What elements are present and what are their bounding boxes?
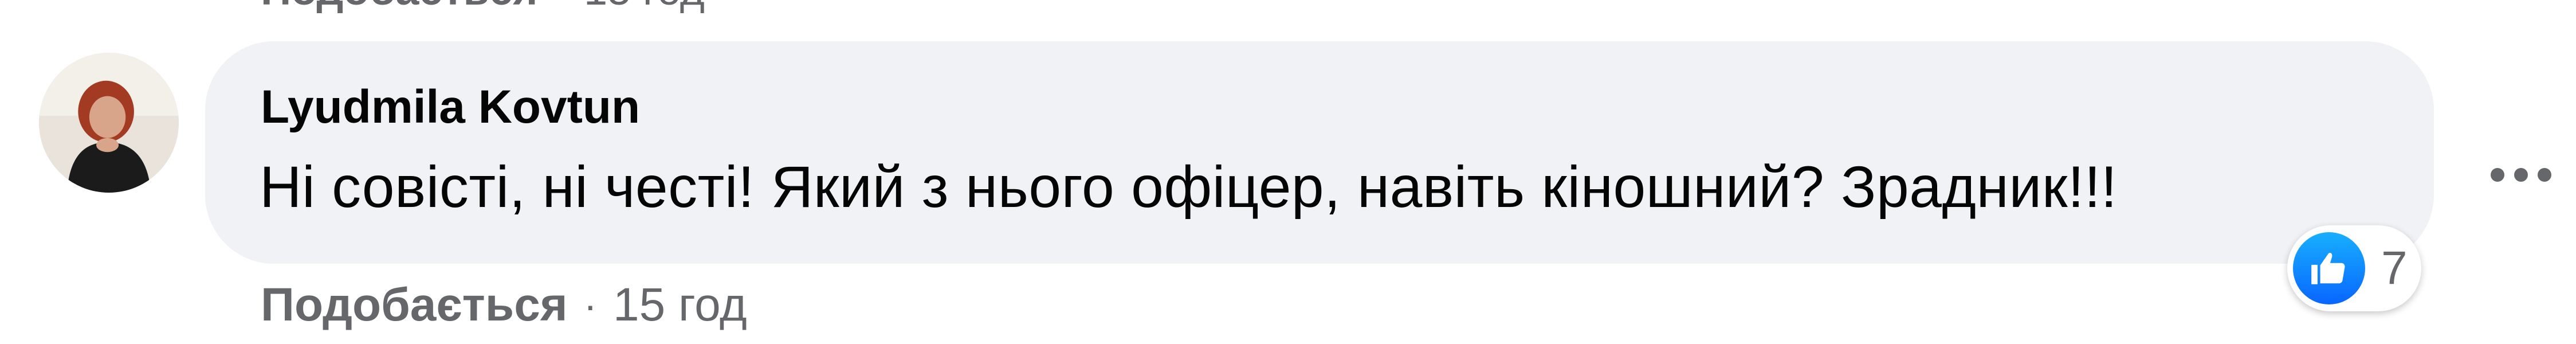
comment-bubble — [205, 41, 2434, 264]
comment-author[interactable]: Lyudmila Kovtun — [261, 80, 640, 134]
previous-comment-actions: Подобається · 15 год — [261, 0, 705, 14]
reactions-summary[interactable]: 7 — [2287, 225, 2421, 311]
more-options-button[interactable] — [2475, 129, 2567, 221]
previous-like-link[interactable]: Подобається — [261, 0, 537, 14]
like-link[interactable]: Подобається — [261, 278, 568, 332]
more-horizontal-icon — [2491, 168, 2551, 182]
comment-timestamp[interactable]: 15 год — [613, 278, 747, 332]
separator-dot: · — [583, 283, 597, 327]
reaction-count: 7 — [2381, 242, 2408, 294]
previous-timestamp[interactable]: 15 год — [584, 0, 705, 14]
separator-dot: · — [553, 0, 568, 14]
thumbs-up-icon — [2293, 232, 2365, 304]
comment-text: Ні совісті, ні честі! Який з нього офіце… — [260, 154, 2118, 220]
avatar-image — [39, 53, 179, 193]
comment-actions: Подобається · 15 год — [261, 276, 747, 334]
avatar[interactable] — [39, 53, 179, 193]
